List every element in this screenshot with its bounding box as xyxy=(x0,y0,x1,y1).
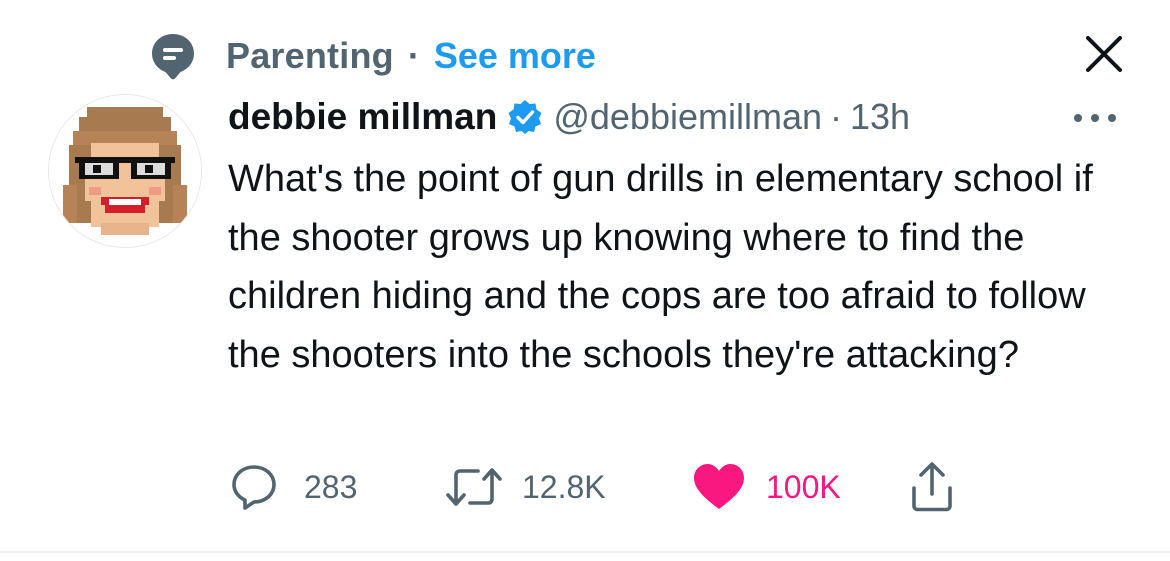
reply-button[interactable]: 283 xyxy=(228,460,357,514)
heart-filled-icon xyxy=(694,464,744,509)
avatar[interactable] xyxy=(48,94,202,248)
share-button[interactable] xyxy=(906,460,958,514)
header-separator: · xyxy=(830,96,843,137)
reply-count: 283 xyxy=(304,468,358,505)
topic-separator: · xyxy=(407,35,420,76)
reply-icon xyxy=(232,465,276,510)
author-name[interactable]: debbie millman xyxy=(228,96,497,138)
like-button[interactable]: 100K xyxy=(690,460,841,514)
divider xyxy=(0,551,1170,553)
tweet-text: What's the point of gun drills in elemen… xyxy=(228,158,1093,376)
tweet-header: debbie millman @debbiemillman · 13h xyxy=(228,92,910,142)
tweet-timestamp[interactable]: 13h xyxy=(850,96,910,138)
close-icon[interactable] xyxy=(1082,32,1126,76)
tweet-actions: 283 12.8K 100K xyxy=(228,460,988,514)
retweet-count: 12.8K xyxy=(522,468,606,505)
retweet-icon xyxy=(446,468,502,506)
topic-bubble-icon xyxy=(152,34,194,80)
see-more-link[interactable]: See more xyxy=(434,35,596,77)
topic-label[interactable]: Parenting xyxy=(226,35,394,77)
topic-row: Parenting · See more xyxy=(150,28,596,84)
avatar-image xyxy=(49,95,201,247)
retweet-button[interactable]: 12.8K xyxy=(442,460,606,514)
share-icon xyxy=(912,462,952,512)
verified-badge-icon xyxy=(508,100,542,134)
author-handle[interactable]: @debbiemillman xyxy=(553,96,822,138)
like-count: 100K xyxy=(766,468,841,505)
more-options-icon[interactable] xyxy=(1070,108,1120,128)
